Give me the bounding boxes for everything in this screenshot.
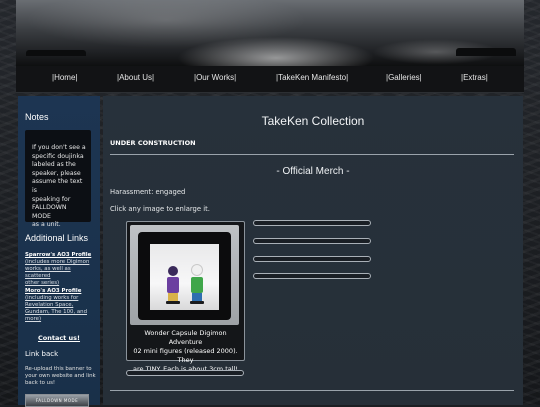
link-back-line: back to us! [25, 380, 56, 387]
link-description[interactable]: works, as well as scattered [25, 266, 95, 280]
notes-line: assume the text is [32, 178, 83, 194]
image-placeholder-bar[interactable] [253, 273, 371, 279]
link-description[interactable]: other series) [25, 280, 95, 287]
notes-line: speaker, please [32, 169, 81, 177]
main-content: TakeKen Collection UNDER CONSTRUCTION - … [103, 96, 523, 405]
nav-about-us[interactable]: |About Us| [117, 73, 154, 82]
click-hint-text: Click any image to enlarge it. [110, 205, 210, 213]
nav-takeken-manifesto[interactable]: |TakeKen Manifesto| [276, 73, 348, 82]
figure-purple [166, 266, 180, 304]
banner-rock [456, 48, 516, 56]
figure-green [190, 264, 204, 304]
link-back-heading: Link back [25, 350, 59, 358]
notes-line: as a unit. [32, 221, 61, 229]
notes-heading: Notes [25, 112, 49, 122]
image-placeholder-bar[interactable] [253, 238, 371, 244]
main-nav: |Home| |About Us| |Our Works| |TakeKen M… [16, 66, 524, 93]
nav-our-works[interactable]: |Our Works| [194, 73, 236, 82]
caption-line: Wonder Capsule Digimon Adventure [144, 329, 227, 346]
link-moro-ao3: Moro's AO3 Profile (including works for … [25, 288, 95, 323]
image-placeholder-bar[interactable] [253, 256, 371, 262]
contact-link[interactable]: Contact us! [18, 334, 100, 342]
figure-body [167, 277, 179, 293]
figure-legs [168, 293, 178, 301]
harassment-text: Harassment: engaged [110, 188, 186, 196]
link-back-text: Re-upload this banner to your own websit… [25, 366, 97, 388]
nav-galleries[interactable]: |Galleries| [386, 73, 422, 82]
notes-line: specific doujinka [32, 152, 84, 160]
header-banner [16, 0, 524, 66]
figure-legs [192, 293, 202, 301]
image-placeholder-bar[interactable] [126, 370, 244, 376]
sidebar: Notes If you don't see a specific doujin… [18, 96, 100, 407]
notes-line: labeled as the [32, 161, 76, 169]
link-description[interactable]: Revelation Space, [25, 302, 95, 309]
notes-line: FALLDOWN MODE [32, 204, 67, 220]
link-back-line: your own website and link [25, 373, 96, 380]
link-description[interactable]: (includes more Digimon [25, 259, 95, 266]
figure-base [190, 301, 204, 304]
merch-photo[interactable] [130, 225, 239, 325]
link-back-banner[interactable]: FALLDOWN MODE [25, 394, 89, 407]
display-box [138, 232, 231, 320]
notes-line: If you don't see a [32, 144, 86, 151]
notes-line: speaking for [32, 195, 71, 203]
sparrow-ao3-link[interactable]: Sparrow's AO3 Profile [25, 252, 95, 259]
page-title: TakeKen Collection [261, 114, 365, 128]
link-description[interactable]: more) [25, 316, 95, 323]
merch-caption: Wonder Capsule Digimon Adventure 02 mini… [129, 329, 242, 374]
section-title: - Official Merch - [276, 166, 350, 177]
figure-head [191, 264, 203, 276]
link-sparrow-ao3: Sparrow's AO3 Profile (includes more Dig… [25, 252, 95, 287]
notes-box: If you don't see a specific doujinka lab… [25, 130, 91, 228]
nav-home[interactable]: |Home| [52, 73, 78, 82]
display-box-interior [150, 244, 219, 310]
additional-links-heading: Additional Links [25, 233, 89, 243]
figure-body [191, 277, 203, 293]
link-back-line: Re-upload this banner to [25, 366, 92, 372]
merch-item-card[interactable]: Wonder Capsule Digimon Adventure 02 mini… [126, 221, 245, 373]
image-placeholder-bar[interactable] [253, 220, 371, 226]
moro-ao3-link[interactable]: Moro's AO3 Profile [25, 288, 95, 295]
figure-head [168, 266, 178, 276]
notes-text: If you don't see a specific doujinka lab… [32, 144, 86, 230]
banner-rock [26, 50, 86, 56]
divider [110, 390, 514, 391]
divider [110, 154, 514, 155]
under-construction-label: UNDER CONSTRUCTION [110, 139, 196, 147]
link-description[interactable]: (including works for [25, 295, 95, 302]
link-description[interactable]: Gundam, The 100, and [25, 309, 95, 316]
nav-extras[interactable]: |Extras| [461, 73, 488, 82]
caption-line: 02 mini figures (released 2000). They [133, 347, 238, 364]
figure-base [166, 301, 180, 304]
